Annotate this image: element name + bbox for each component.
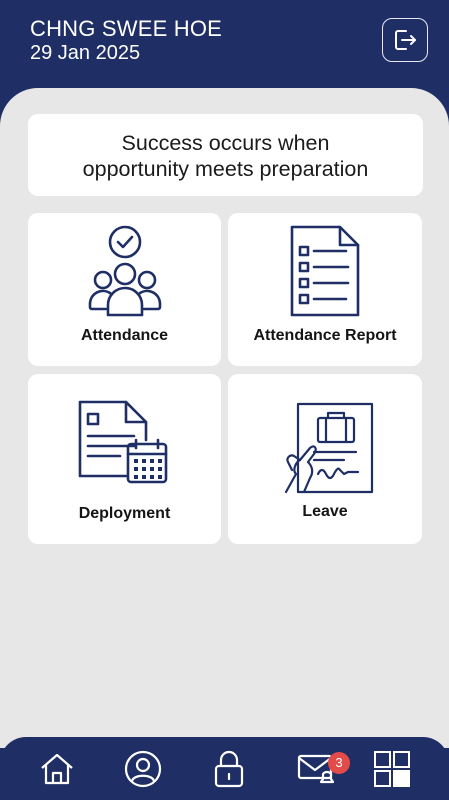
quote-line-1: Success occurs when [121,131,330,155]
profile-icon [124,750,162,788]
user-name: CHNG SWEE HOE [30,16,223,41]
logout-icon [395,30,416,50]
lock-icon [214,750,244,788]
nav-home[interactable] [37,749,77,789]
deployment-calendar-icon [78,400,168,484]
bottom-navigation: 3 [0,737,449,800]
deployment-label: Deployment [78,505,171,522]
current-date: 29 Jan 2025 [30,42,141,64]
home-icon [41,753,73,785]
quote-card: Success occurs when opportunity meets pr… [28,114,423,196]
nav-profile[interactable] [123,749,163,789]
deployment-tile[interactable]: Deployment [28,374,221,544]
notification-badge: 3 [328,752,350,774]
report-document-icon [290,225,360,317]
quote-line-2: opportunity meets preparation [82,157,369,181]
attendance-group-icon [88,225,162,317]
main-content: Success occurs when opportunity meets pr… [0,88,449,748]
leave-label: Leave [302,503,348,520]
nav-apps[interactable] [372,749,412,789]
logout-button[interactable] [382,18,428,62]
attendance-report-tile[interactable]: Attendance Report [228,213,422,366]
attendance-report-label: Attendance Report [253,327,397,344]
leave-tile[interactable]: Leave [228,374,422,544]
attendance-tile[interactable]: Attendance [28,213,221,366]
nav-lock[interactable] [209,749,249,789]
attendance-label: Attendance [80,327,169,344]
leave-briefcase-document-icon [284,402,374,494]
apps-grid-icon [374,751,410,787]
